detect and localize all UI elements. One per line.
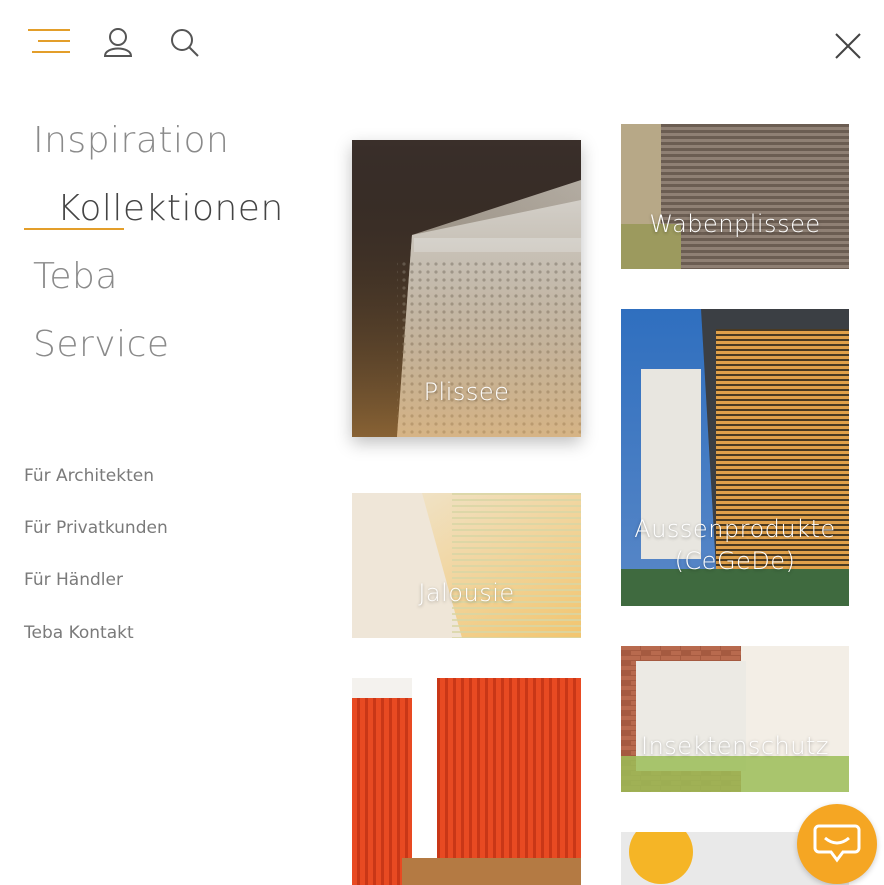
nav-item-teba[interactable]: Teba — [33, 256, 118, 297]
sub-nav-architekten[interactable]: Für Architekten — [24, 466, 154, 486]
tile-label: Jalousie — [418, 579, 515, 607]
menu-icon[interactable] — [28, 28, 70, 56]
chat-icon — [813, 824, 861, 863]
active-indicator — [24, 228, 124, 230]
tile-insektenschutz[interactable]: Insektenschutz — [621, 646, 849, 792]
tile-plissee[interactable]: Plissee — [352, 140, 581, 437]
tile-label: Aussenprodukte (CeGeDe) — [634, 515, 836, 575]
tile-label: Insektenschutz — [641, 732, 829, 760]
sub-nav-haendler[interactable]: Für Händler — [24, 570, 123, 590]
nav-item-service[interactable]: Service — [33, 324, 170, 365]
wabenplissee-image — [621, 124, 849, 269]
nav-item-inspiration[interactable]: Inspiration — [33, 120, 229, 161]
insektenschutz-image — [621, 646, 849, 792]
user-icon[interactable] — [102, 26, 134, 58]
tile-vertical-blinds[interactable] — [352, 678, 581, 885]
top-bar — [0, 0, 884, 90]
tile-aussenprodukte[interactable]: Aussenprodukte (CeGeDe) — [621, 309, 849, 606]
tile-label: Plissee — [423, 378, 510, 406]
vertical-blinds-image — [352, 678, 581, 885]
jalousie-image — [352, 493, 581, 638]
tile-wabenplissee[interactable]: Wabenplissee — [621, 124, 849, 269]
tile-jalousie[interactable]: Jalousie — [352, 493, 581, 638]
sub-nav-privatkunden[interactable]: Für Privatkunden — [24, 518, 168, 538]
search-icon[interactable] — [168, 26, 200, 58]
tile-label: Wabenplissee — [649, 210, 821, 238]
sub-nav-kontakt[interactable]: Teba Kontakt — [24, 623, 134, 643]
nav-item-kollektionen[interactable]: Kollektionen — [57, 188, 284, 229]
chat-button[interactable] — [797, 804, 877, 884]
close-icon[interactable] — [832, 30, 864, 62]
